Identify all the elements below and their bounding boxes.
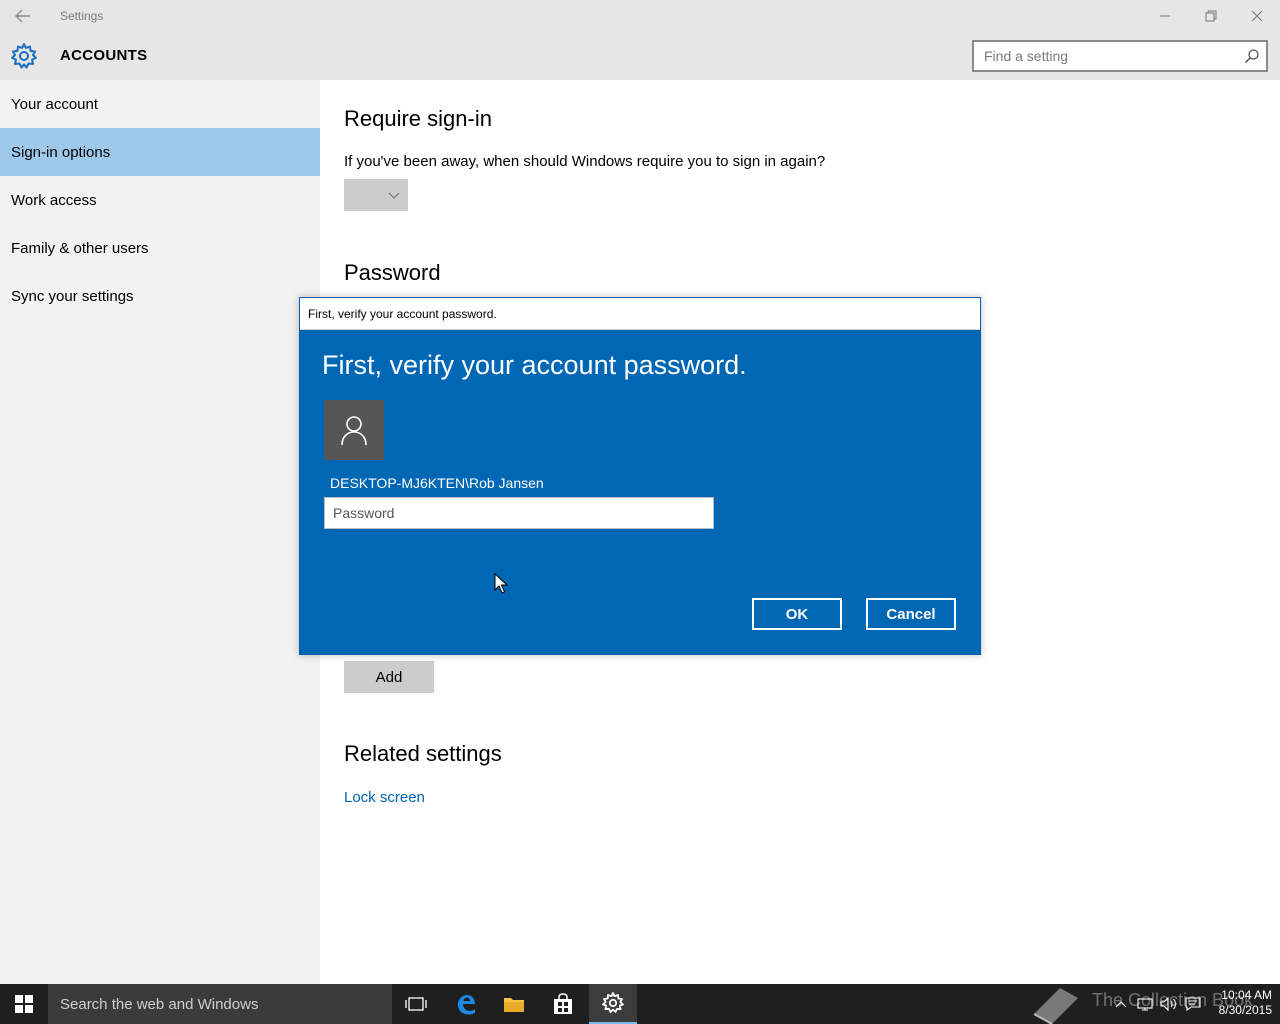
taskbar-search-input[interactable] [48, 984, 392, 1024]
section-title: ACCOUNTS [60, 47, 148, 64]
sidebar-item-label: Your account [11, 95, 99, 113]
file-explorer-button[interactable] [490, 984, 538, 1024]
network-icon [1137, 998, 1153, 1011]
taskbar: The Collection Book 10:04 AM 8/30/2015 [0, 984, 1280, 1024]
dialog-title: First, verify your account password. [308, 306, 497, 321]
chevron-down-icon [388, 192, 400, 199]
volume-icon [1160, 997, 1176, 1011]
tray-overflow-button[interactable] [1112, 984, 1130, 1024]
gear-icon [11, 43, 37, 69]
settings-taskbar-button[interactable] [589, 984, 637, 1024]
accounts-header: ACCOUNTS [0, 32, 1280, 80]
cancel-button[interactable]: Cancel [866, 598, 956, 630]
ok-button[interactable]: OK [752, 598, 842, 630]
require-signin-question: If you've been away, when should Windows… [344, 153, 826, 170]
back-arrow-icon [15, 9, 30, 23]
restore-icon [1205, 10, 1217, 22]
windows-start-icon [15, 995, 33, 1013]
related-settings-heading: Related settings [344, 741, 502, 766]
window-title: Settings [60, 9, 104, 23]
search-input[interactable] [974, 42, 1234, 70]
task-view-icon [405, 997, 427, 1011]
verify-password-dialog: First, verify your account password. Fir… [299, 297, 981, 655]
sidebar-item-label: Family & other users [11, 239, 149, 257]
sidebar-item-label: Sync your settings [11, 287, 134, 305]
task-view-button[interactable] [392, 984, 440, 1024]
chevron-up-icon [1115, 1001, 1127, 1008]
clock[interactable]: 10:04 AM 8/30/2015 [1206, 988, 1272, 1018]
edge-icon [458, 995, 475, 1015]
sidebar-item-sign-in-options[interactable]: Sign-in options [0, 128, 320, 176]
sidebar-item-family-other-users[interactable]: Family & other users [0, 224, 320, 272]
require-signin-heading: Require sign-in [344, 106, 492, 131]
dialog-title-bar: First, verify your account password. [300, 298, 980, 330]
action-center-button[interactable] [1182, 984, 1204, 1024]
search-icon[interactable] [1244, 48, 1260, 64]
sidebar: Your account Sign-in options Work access… [0, 80, 320, 984]
minimize-icon [1160, 15, 1170, 17]
sidebar-item-sync-settings[interactable]: Sync your settings [0, 272, 320, 320]
user-icon [341, 416, 367, 446]
minimize-button[interactable] [1142, 0, 1188, 32]
password-heading: Password [344, 260, 441, 285]
avatar [324, 400, 384, 460]
start-button[interactable] [0, 984, 48, 1024]
require-signin-dropdown[interactable] [344, 179, 408, 211]
lock-screen-link[interactable]: Lock screen [344, 789, 425, 806]
notification-icon [1185, 997, 1201, 1011]
sidebar-item-your-account[interactable]: Your account [0, 80, 320, 128]
sidebar-item-label: Work access [11, 191, 97, 209]
password-input[interactable] [324, 497, 714, 529]
book-logo-icon [1033, 988, 1078, 1024]
mouse-cursor-icon [494, 573, 508, 594]
file-explorer-icon [504, 998, 524, 1012]
add-button[interactable]: Add [344, 661, 434, 693]
dialog-heading: First, verify your account password. [322, 350, 747, 380]
sidebar-item-label: Sign-in options [11, 143, 111, 161]
close-button[interactable] [1234, 0, 1280, 32]
clock-time: 10:04 AM [1221, 988, 1272, 1002]
settings-icon [602, 992, 624, 1013]
back-button[interactable] [12, 6, 34, 26]
find-setting-search[interactable] [972, 40, 1268, 72]
store-button[interactable] [539, 984, 587, 1024]
sidebar-item-work-access[interactable]: Work access [0, 176, 320, 224]
close-icon [1251, 10, 1263, 22]
taskbar-search[interactable] [48, 984, 392, 1024]
edge-button[interactable] [442, 984, 490, 1024]
network-button[interactable] [1134, 984, 1156, 1024]
clock-date: 8/30/2015 [1218, 1003, 1272, 1017]
volume-button[interactable] [1158, 984, 1180, 1024]
store-icon [554, 993, 572, 1014]
title-bar: Settings [0, 0, 1280, 32]
restore-button[interactable] [1188, 0, 1234, 32]
account-username: DESKTOP-MJ6KTEN\Rob Jansen [330, 475, 544, 491]
